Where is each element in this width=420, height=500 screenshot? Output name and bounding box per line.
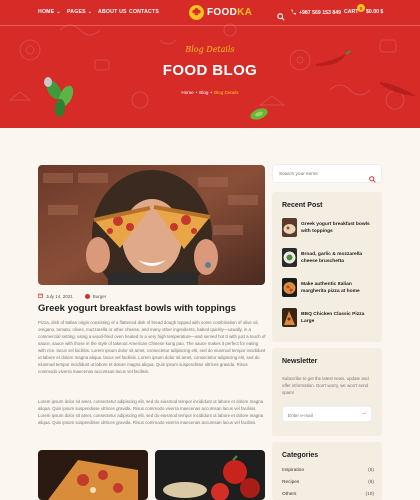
nav-item-pages[interactable]: PAGES ⌄	[67, 9, 92, 15]
categories-widget: Categories Inspiration (5) Recipes (8) Oth…	[272, 442, 382, 500]
post-gallery-image	[155, 450, 265, 500]
post-featured-image	[38, 165, 265, 285]
recent-post-item[interactable]: Broad, garlic & mozzarella cheese brusch…	[282, 248, 377, 267]
phone-number[interactable]: +987 569 153 849	[290, 9, 341, 17]
breadcrumb: Home • Blog • Blog Details	[181, 90, 239, 95]
newsletter-text: Subscribe to get the latest news, update…	[282, 376, 369, 395]
breadcrumb-current: Blog Details	[214, 90, 239, 95]
phone-icon	[290, 9, 297, 17]
nav-item-about[interactable]: ABOUT US	[98, 9, 127, 15]
widget-title: Newsletter	[282, 358, 318, 365]
email-input[interactable]	[288, 410, 356, 420]
recent-post-thumbnail	[282, 278, 297, 297]
chevron-down-icon: ⌄	[87, 8, 93, 15]
category-item[interactable]: Inspiration (5)	[282, 468, 374, 473]
post-author[interactable]: Burger	[93, 294, 107, 299]
recent-post-item[interactable]: Make authentic Italian margherita pizza …	[282, 278, 377, 297]
breadcrumb-blog[interactable]: Blog	[199, 90, 208, 95]
calendar-icon	[38, 293, 43, 299]
chef-hat-icon	[189, 5, 204, 20]
category-item[interactable]: Recipes (8)	[282, 480, 374, 485]
post-paragraph: Pizza, dish of Italian origin consisting…	[38, 320, 266, 374]
chevron-down-icon: ⌄	[56, 8, 61, 15]
top-navigation: HOME ⌄ PAGES ⌄ ABOUT US CONTACTS FOODKA +9…	[0, 0, 420, 26]
page-title: FOOD BLOG	[162, 62, 258, 79]
post-title: Greek yogurt breakfast bowls with toppin…	[38, 303, 236, 314]
search-icon[interactable]	[277, 8, 285, 26]
site-logo[interactable]: FOODKA	[189, 5, 252, 20]
arrow-right-icon[interactable]: →	[361, 410, 367, 416]
cart-button[interactable]: CART	[344, 9, 358, 15]
hero-subtitle: Blog Details	[185, 45, 235, 54]
chili-pepper-icon	[380, 82, 416, 96]
recent-post-thumbnail	[282, 248, 297, 267]
recent-posts-widget: Recent Post Greek yogurt breakfast bowls…	[272, 192, 382, 342]
recent-post-thumbnail	[282, 218, 297, 237]
post-date: July 14, 2021	[46, 293, 73, 299]
breadcrumb-home[interactable]: Home	[181, 90, 193, 95]
basil-leaves-icon	[44, 77, 74, 117]
green-chili-icon	[250, 108, 268, 120]
tag-icon	[84, 293, 90, 299]
email-box: →	[282, 406, 372, 422]
post-meta: July 14, 2021 Burger	[38, 293, 106, 299]
cart-count-badge: 0	[357, 4, 365, 12]
logo-text: FOODKA	[207, 7, 253, 18]
recent-post-item[interactable]: BBQ Chicken Classic Pizza Large	[282, 308, 377, 327]
widget-title: Recent Post	[282, 202, 323, 209]
hero-banner: HOME ⌄ PAGES ⌄ ABOUT US CONTACTS FOODKA +9…	[0, 0, 420, 128]
recent-post-thumbnail	[282, 308, 297, 327]
post-paragraph: Lorem ipsum dolor sit amet, consectetur …	[38, 399, 264, 425]
post-gallery-image	[38, 450, 148, 500]
widget-title: Categories	[282, 452, 319, 459]
recent-post-item[interactable]: Greek yogurt breakfast bowls with toppin…	[282, 218, 377, 237]
category-item[interactable]: Others (10)	[282, 492, 374, 497]
search-box	[272, 164, 382, 183]
search-input[interactable]	[279, 169, 364, 180]
cart-total: $0.00 $	[366, 9, 384, 15]
search-icon[interactable]	[369, 170, 376, 188]
nav-item-contacts[interactable]: CONTACTS	[129, 9, 159, 15]
nav-item-home[interactable]: HOME ⌄	[38, 9, 61, 15]
